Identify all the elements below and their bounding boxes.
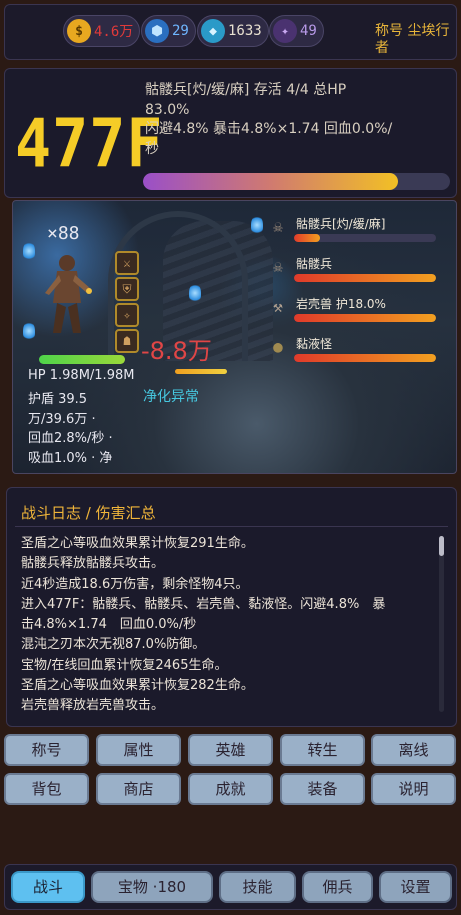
stats-line: 骷髅兵[灼/缓/麻] 存活 4/4 总HP xyxy=(145,82,347,98)
skeleton-icon: ☠ xyxy=(273,256,283,276)
sword-icon: ⚔ xyxy=(123,256,131,270)
heroes-button[interactable]: 英雄 xyxy=(188,734,273,766)
log-line: 圣盾之心等吸血效果累计恢复291生命。 xyxy=(21,536,254,551)
log-line: 岩壳兽释放岩壳兽攻击。 xyxy=(21,698,165,714)
gem-icon: ✧ xyxy=(123,308,131,322)
stats-line: 闪避4.8% 暴击4.8%×1.74 回血0.0%/ xyxy=(145,121,393,137)
log-scrollbar[interactable] xyxy=(439,536,444,712)
hero-stat-line: 护盾 39.5 xyxy=(28,392,88,407)
gem-value: 29 xyxy=(172,23,189,39)
skill-slot[interactable]: ☗ xyxy=(115,329,139,353)
hero-count: ×88 xyxy=(47,223,80,244)
tab-mercenaries[interactable]: 佣兵 xyxy=(302,871,373,903)
enemy-name: 岩壳兽 护18.0% xyxy=(296,297,386,311)
tab-treasures[interactable]: 宝物 ·180 xyxy=(91,871,213,903)
log-line: 进入477F：骷髅兵、骷髅兵、岩壳兽、黏液怪。闪避4.8% 暴 xyxy=(21,596,386,612)
crystal-value: 49 xyxy=(300,23,317,39)
purple-crystal-icon: ✦ xyxy=(273,19,297,43)
log-line: 近4秒造成18.6万伤害，剩余怪物4只。 xyxy=(21,576,249,592)
hero-stats: 护盾 39.5 万/39.6万 · 回血2.8%/秒 · 吸血1.0% · 净 xyxy=(28,390,113,468)
floor-status-panel: 477F 骷髅兵[灼/缓/麻] 存活 4/4 总HP 83.0% 闪避4.8% … xyxy=(4,68,457,198)
enemy-hp-fill xyxy=(294,274,436,282)
floor-number: 477F xyxy=(15,104,164,184)
log-line: 圣盾之心等吸血效果累计恢复282生命。 xyxy=(21,678,254,694)
enemy-hp-bar xyxy=(294,354,436,362)
log-line: 击4.8%×1.74 回血0.0%/秒 xyxy=(21,617,197,633)
torch-icon xyxy=(23,321,35,341)
torch-icon xyxy=(189,283,201,303)
stats-line: 秒 xyxy=(145,140,159,157)
attributes-button[interactable]: 属性 xyxy=(96,734,181,766)
log-line: 混沌之刃本次无视87.0%防御。 xyxy=(21,637,206,653)
enemy-hp-bar xyxy=(294,234,436,242)
blue-gem-icon: ⬢ xyxy=(145,19,169,43)
shop-button[interactable]: 商店 xyxy=(96,773,181,805)
status-effect: 净化异常 xyxy=(143,389,199,405)
currency-bar: $ 4.6万 ⬢ 29 ◆ 1633 ✦ 49 称号 尘埃行者 xyxy=(4,4,457,60)
log-title[interactable]: 战斗日志 / 伤害汇总 xyxy=(21,502,156,523)
gold-coin-icon: $ xyxy=(67,19,91,43)
inventory-button[interactable]: 背包 xyxy=(4,773,89,805)
diamond-value: 1633 xyxy=(228,23,262,39)
log-line: 骷髅兵释放骷髅兵攻击。 xyxy=(21,556,165,572)
help-button[interactable]: 说明 xyxy=(371,773,456,805)
equipment-button[interactable]: 装备 xyxy=(280,773,365,805)
tab-battle[interactable]: 战斗 xyxy=(11,871,85,903)
cast-bar xyxy=(175,369,227,374)
axe-icon: ⚒ xyxy=(273,296,283,316)
enemy-hp-fill xyxy=(294,234,320,242)
hero-sprite[interactable] xyxy=(39,249,95,339)
enemy-stats: 骷髅兵[灼/缓/麻] 存活 4/4 总HP 83.0% 闪避4.8% 暴击4.8… xyxy=(145,81,450,159)
total-hp-fill xyxy=(143,173,398,190)
log-lines: 圣盾之心等吸血效果累计恢复291生命。 骷髅兵释放骷髅兵攻击。 近4秒造成18.… xyxy=(21,534,433,717)
tab-settings[interactable]: 设置 xyxy=(379,871,452,903)
slime-icon: ● xyxy=(273,336,283,356)
offline-button[interactable]: 离线 xyxy=(371,734,456,766)
enemy-name: 黏液怪 xyxy=(296,337,333,351)
battle-scene: ×88 ⚔ ⛨ ✧ ☗ -8.8万 净化异常 HP 1.98M/1.98M 护盾… xyxy=(12,200,457,474)
crystal-display: ✦ 49 xyxy=(269,15,324,47)
damage-number: -8.8万 xyxy=(141,337,212,365)
hero-stat-line: 回血2.8%/秒 · xyxy=(28,431,113,446)
bottom-nav: 战斗 宝物 ·180 技能 佣兵 设置 xyxy=(4,864,457,910)
shield-icon: ⛨ xyxy=(122,281,132,296)
total-hp-bar xyxy=(143,173,450,190)
battle-log-panel: 战斗日志 / 伤害汇总 圣盾之心等吸血效果累计恢复291生命。 骷髅兵释放骷髅兵… xyxy=(6,487,457,727)
hero-stat-line: 万/39.6万 · xyxy=(28,411,96,427)
tab-skills[interactable]: 技能 xyxy=(219,871,296,903)
title-button[interactable]: 称号 xyxy=(4,734,89,766)
diamond-display: ◆ 1633 xyxy=(197,15,269,47)
log-line: 宝物/在线回血累计恢复2465生命。 xyxy=(21,657,228,673)
enemy-hp-bar xyxy=(294,274,436,282)
enemy-name: 骷髅兵[灼/缓/麻] xyxy=(296,217,386,231)
scroll-thumb[interactable] xyxy=(439,536,444,556)
torch-icon xyxy=(23,241,35,261)
gold-display: $ 4.6万 xyxy=(63,15,141,47)
enemy-name: 骷髅兵 xyxy=(296,257,333,271)
gem-display: ⬢ 29 xyxy=(141,15,196,47)
skeleton-icon: ☠ xyxy=(273,216,283,236)
skill-slot[interactable]: ✧ xyxy=(115,303,139,327)
skill-slot[interactable]: ⚔ xyxy=(115,251,139,275)
skill-slot[interactable]: ⛨ xyxy=(115,277,139,301)
helmet-icon: ☗ xyxy=(123,334,131,348)
torch-icon xyxy=(251,215,263,235)
hero-hp-text: HP 1.98M/1.98M xyxy=(28,368,135,383)
rebirth-button[interactable]: 转生 xyxy=(280,734,365,766)
hero-hp-bar xyxy=(39,355,125,364)
enemy-hp-bar xyxy=(294,314,436,322)
enemy-hp-fill xyxy=(294,314,436,322)
player-title[interactable]: 称号 尘埃行者 xyxy=(375,23,459,57)
gold-value: 4.6万 xyxy=(94,24,134,40)
enemy-hp-fill xyxy=(294,354,436,362)
divider xyxy=(15,526,448,527)
diamond-icon: ◆ xyxy=(201,19,225,43)
hero-stat-line: 吸血1.0% · 净 xyxy=(28,450,113,466)
achievements-button[interactable]: 成就 xyxy=(188,773,273,805)
stats-line: 83.0% xyxy=(145,101,190,118)
